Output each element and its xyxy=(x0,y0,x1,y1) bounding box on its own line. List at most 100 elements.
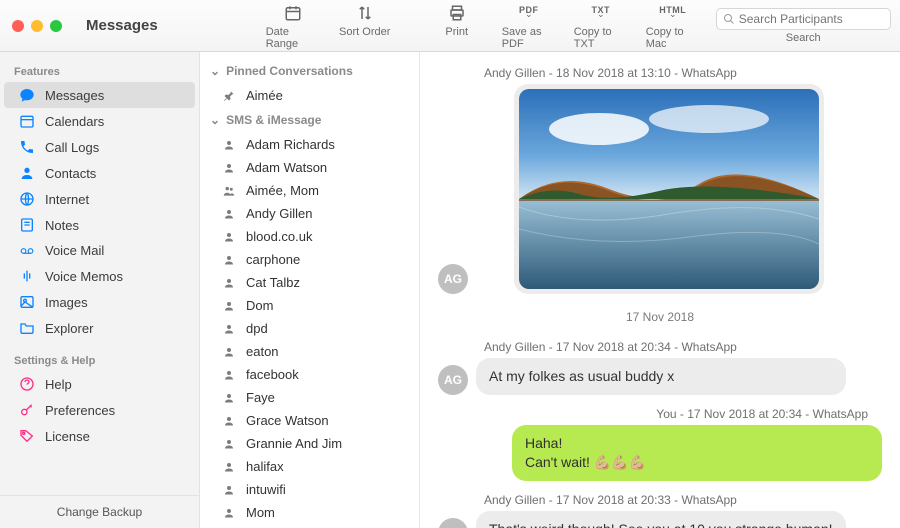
sidebar-item-license[interactable]: License xyxy=(4,423,195,449)
person-icon xyxy=(222,461,236,473)
conversation-item[interactable]: Dom xyxy=(200,294,419,317)
image-attachment[interactable] xyxy=(514,84,824,294)
person-icon xyxy=(222,438,236,450)
message-bubble[interactable]: Haha! Can't wait! 💪🏼💪🏼💪🏼 xyxy=(512,425,882,481)
person-icon xyxy=(222,208,236,220)
minimize-window-button[interactable] xyxy=(31,20,43,32)
sidebar-item-label: Preferences xyxy=(45,403,115,418)
conversation-item[interactable]: eaton xyxy=(200,340,419,363)
save-pdf-label: Save as PDF xyxy=(502,26,556,50)
conversation-item[interactable]: Grannie And Jim xyxy=(200,432,419,455)
sort-order-label: Sort Order xyxy=(339,26,390,38)
printer-icon xyxy=(448,2,466,24)
conversation-item[interactable]: Aimée xyxy=(200,84,419,107)
message-row: AG xyxy=(438,84,882,294)
copy-txt-button[interactable]: TXT ⌄ Copy to TXT xyxy=(574,2,628,50)
conversation-label: carphone xyxy=(246,252,300,267)
sidebar-item-voice-mail[interactable]: Voice Mail xyxy=(4,238,195,263)
toolbar-group-export: Print PDF ⌄ Save as PDF TXT ⌄ Copy to TX… xyxy=(430,2,700,50)
conversation-item[interactable]: Cat Talbz xyxy=(200,271,419,294)
pin-icon xyxy=(222,90,236,102)
conversation-label: Grannie And Jim xyxy=(246,436,342,451)
people-icon xyxy=(222,184,236,198)
help-icon xyxy=(18,376,35,392)
voicemail-icon xyxy=(18,244,35,258)
search-input[interactable] xyxy=(739,12,894,26)
date-separator: 17 Nov 2018 xyxy=(438,310,882,324)
sidebar-item-preferences[interactable]: Preferences xyxy=(4,397,195,423)
sidebar-item-label: License xyxy=(45,429,90,444)
conversation-item[interactable]: Adam Richards xyxy=(200,133,419,156)
close-window-button[interactable] xyxy=(12,20,24,32)
search-wrap: Search xyxy=(716,8,891,44)
sort-order-button[interactable]: Sort Order xyxy=(338,2,392,50)
conversation-label: Dom xyxy=(246,298,273,313)
sidebar-item-label: Explorer xyxy=(45,321,93,336)
conversation-item[interactable]: Grace Watson xyxy=(200,409,419,432)
conversation-label: Aimée, Mom xyxy=(246,183,319,198)
copy-mac-button[interactable]: HTML ⌄ Copy to Mac xyxy=(646,2,700,50)
conversation-item[interactable]: Faye xyxy=(200,386,419,409)
chat-pane: Andy Gillen - 18 Nov 2018 at 13:10 - Wha… xyxy=(420,52,900,528)
sidebar-item-label: Contacts xyxy=(45,166,96,181)
message-row: Haha! Can't wait! 💪🏼💪🏼💪🏼 xyxy=(438,425,882,481)
message-meta: Andy Gillen - 17 Nov 2018 at 20:34 - Wha… xyxy=(484,340,882,354)
conversation-item[interactable]: dpd xyxy=(200,317,419,340)
conversation-item[interactable]: Adam Watson xyxy=(200,156,419,179)
sidebar-item-contacts[interactable]: Contacts xyxy=(4,160,195,186)
sidebar-item-explorer[interactable]: Explorer xyxy=(4,315,195,341)
sidebar-item-images[interactable]: Images xyxy=(4,289,195,315)
conversation-item[interactable]: Aimée, Mom xyxy=(200,179,419,202)
sidebar-item-calendars[interactable]: Calendars xyxy=(4,108,195,134)
conversation-item[interactable]: facebook xyxy=(200,363,419,386)
folder-icon xyxy=(18,320,35,336)
conversation-item[interactable]: intuwifi xyxy=(200,478,419,501)
sidebar-item-label: Voice Mail xyxy=(45,243,104,258)
date-range-button[interactable]: Date Range xyxy=(266,2,320,50)
sidebar-item-notes[interactable]: Notes xyxy=(4,212,195,238)
conversation-label: Andy Gillen xyxy=(246,206,312,221)
section-pinned[interactable]: ⌄ Pinned Conversations xyxy=(200,58,419,84)
conversation-label: Faye xyxy=(246,390,275,405)
conversation-item[interactable]: halifax xyxy=(200,455,419,478)
sidebar-item-internet[interactable]: Internet xyxy=(4,186,195,212)
conversation-item[interactable]: Mom xyxy=(200,501,419,524)
person-icon xyxy=(222,484,236,496)
person-icon xyxy=(222,139,236,151)
sidebar-item-label: Call Logs xyxy=(45,140,99,155)
tag-icon xyxy=(18,428,35,444)
message-bubble[interactable]: That's weird though! See you at 10 you s… xyxy=(476,511,846,528)
sidebar-item-voice-memos[interactable]: Voice Memos xyxy=(4,263,195,289)
sidebar-item-label: Help xyxy=(45,377,72,392)
conversation-label: blood.co.uk xyxy=(246,229,313,244)
sidebar-item-call-logs[interactable]: Call Logs xyxy=(4,134,195,160)
section-sms[interactable]: ⌄ SMS & iMessage xyxy=(200,107,419,133)
message-bubble[interactable]: At my folkes as usual buddy x xyxy=(476,358,846,395)
conversation-label: Grace Watson xyxy=(246,413,329,428)
avatar: AG xyxy=(438,518,468,528)
person-icon xyxy=(222,369,236,381)
save-pdf-button[interactable]: PDF ⌄ Save as PDF xyxy=(502,2,556,50)
conversation-item[interactable]: blood.co.uk xyxy=(200,225,419,248)
print-label: Print xyxy=(445,26,468,38)
change-backup-button[interactable]: Change Backup xyxy=(0,495,199,528)
messages-icon xyxy=(18,87,35,103)
chevron-down-icon: ⌄ xyxy=(210,64,220,78)
conversation-label: dpd xyxy=(246,321,268,336)
sidebar-item-label: Calendars xyxy=(45,114,104,129)
sidebar-item-messages[interactable]: Messages xyxy=(4,82,195,108)
toolbar-group-range: Date Range Sort Order xyxy=(266,2,392,50)
copy-txt-label: Copy to TXT xyxy=(574,26,628,50)
message-meta: Andy Gillen - 17 Nov 2018 at 20:33 - Wha… xyxy=(484,493,882,507)
fullscreen-window-button[interactable] xyxy=(50,20,62,32)
sidebar-item-help[interactable]: Help xyxy=(4,371,195,397)
print-button[interactable]: Print xyxy=(430,2,484,50)
person-icon xyxy=(222,162,236,174)
conversation-item[interactable]: Andy Gillen xyxy=(200,202,419,225)
waveform-icon xyxy=(18,268,35,284)
search-box[interactable] xyxy=(716,8,891,30)
conversation-item[interactable]: carphone xyxy=(200,248,419,271)
conversation-label: facebook xyxy=(246,367,299,382)
sidebar-header-settings: Settings & Help xyxy=(0,349,199,371)
person-icon xyxy=(222,254,236,266)
